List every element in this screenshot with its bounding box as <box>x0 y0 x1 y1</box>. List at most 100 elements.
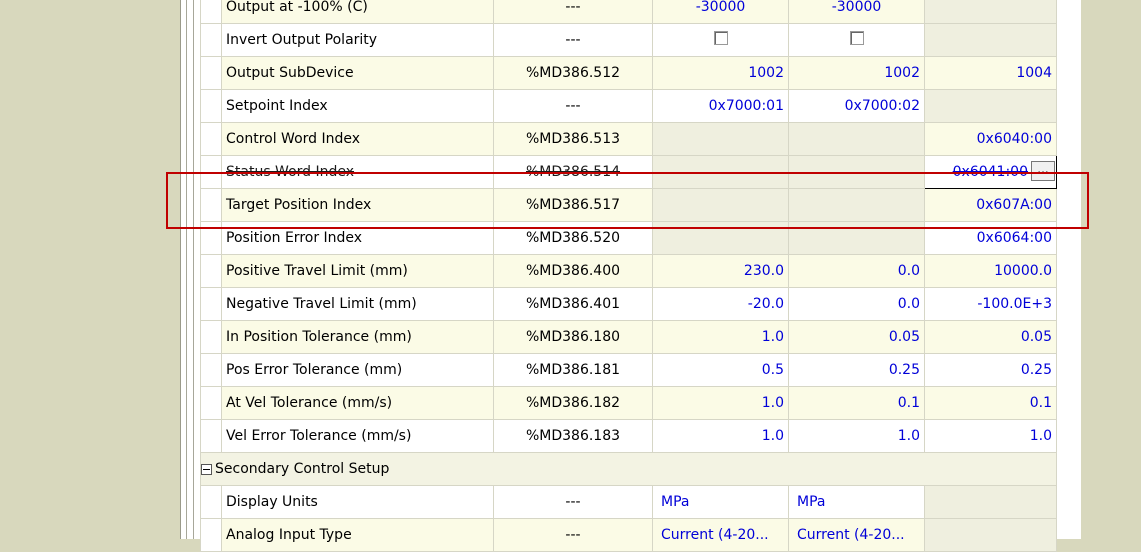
value-cell <box>652 188 789 222</box>
value-cell[interactable]: Current (4-20... <box>652 518 789 552</box>
section-header-row[interactable]: Secondary Control Setup <box>200 452 1057 486</box>
panel-border <box>186 0 187 539</box>
status-word-index-value[interactable]: 0x6041:00 <box>953 164 1028 180</box>
value-cell[interactable]: 0x607A:00 <box>924 188 1057 222</box>
table-row[interactable]: Target Position Index %MD386.517 0x607A:… <box>200 188 1057 222</box>
value-cell[interactable]: 0.1 <box>924 386 1057 420</box>
collapse-icon[interactable] <box>201 463 212 475</box>
row-gutter <box>200 287 222 321</box>
table-row[interactable]: Output SubDevice %MD386.512 1002 1002 10… <box>200 56 1057 90</box>
checkbox-unchecked-icon[interactable] <box>713 31 728 45</box>
value-cell[interactable]: 10000.0 <box>924 254 1057 288</box>
value-cell[interactable]: 1002 <box>652 56 789 90</box>
property-address: %MD386.520 <box>493 221 653 255</box>
table-row[interactable]: Negative Travel Limit (mm) %MD386.401 -2… <box>200 287 1057 321</box>
property-name: Negative Travel Limit (mm) <box>221 287 494 321</box>
row-gutter <box>200 254 222 288</box>
property-name: Output at -100% (C) <box>221 0 494 24</box>
table-row[interactable]: Pos Error Tolerance (mm) %MD386.181 0.5 … <box>200 353 1057 387</box>
value-cell[interactable]: 1.0 <box>652 419 789 453</box>
value-cell <box>924 518 1057 552</box>
row-gutter <box>200 155 222 189</box>
section-header[interactable]: Secondary Control Setup <box>200 452 1057 486</box>
table-row[interactable]: Display Units --- MPa MPa <box>200 485 1057 519</box>
property-address: %MD386.401 <box>493 287 653 321</box>
row-gutter <box>200 419 222 453</box>
value-cell[interactable]: MPa <box>788 485 925 519</box>
value-cell[interactable]: MPa <box>652 485 789 519</box>
property-address: --- <box>493 518 653 552</box>
value-cell[interactable]: 0.05 <box>924 320 1057 354</box>
checkbox-unchecked-icon[interactable] <box>849 31 864 45</box>
row-gutter <box>200 89 222 123</box>
value-cell <box>924 485 1057 519</box>
row-gutter <box>200 221 222 255</box>
property-address: %MD386.517 <box>493 188 653 222</box>
value-cell[interactable]: 1.0 <box>652 386 789 420</box>
value-cell <box>788 221 925 255</box>
value-cell[interactable]: 230.0 <box>652 254 789 288</box>
property-address: --- <box>493 485 653 519</box>
property-name: Display Units <box>221 485 494 519</box>
table-row[interactable]: Positive Travel Limit (mm) %MD386.400 23… <box>200 254 1057 288</box>
value-cell[interactable]: 0.0 <box>788 254 925 288</box>
table-row[interactable]: At Vel Tolerance (mm/s) %MD386.182 1.0 0… <box>200 386 1057 420</box>
value-cell <box>652 122 789 156</box>
value-cell[interactable]: -20.0 <box>652 287 789 321</box>
value-cell[interactable]: 0.1 <box>788 386 925 420</box>
value-cell[interactable]: 0.0 <box>788 287 925 321</box>
property-address: %MD386.181 <box>493 353 653 387</box>
value-cell[interactable]: 0x7000:02 <box>788 89 925 123</box>
row-gutter <box>200 23 222 57</box>
invert-polarity-checkbox-cell-2[interactable] <box>788 23 925 57</box>
property-address: %MD386.513 <box>493 122 653 156</box>
row-gutter <box>200 122 222 156</box>
value-cell[interactable]: -100.0E+3 <box>924 287 1057 321</box>
table-row[interactable]: Invert Output Polarity --- <box>200 23 1057 57</box>
row-gutter <box>200 485 222 519</box>
property-grid: Output at -100% (C) --- -30000 -30000 In… <box>200 0 1057 552</box>
row-gutter <box>200 518 222 552</box>
table-row[interactable]: Position Error Index %MD386.520 0x6064:0… <box>200 221 1057 255</box>
table-row[interactable]: Status Word Index %MD386.514 0x6041:00 .… <box>200 155 1057 189</box>
invert-polarity-checkbox-cell-1[interactable] <box>652 23 789 57</box>
table-row[interactable]: Vel Error Tolerance (mm/s) %MD386.183 1.… <box>200 419 1057 453</box>
property-address: --- <box>493 89 653 123</box>
value-cell[interactable]: -30000 <box>652 0 789 24</box>
value-cell <box>788 155 925 189</box>
value-cell[interactable]: 0.25 <box>788 353 925 387</box>
property-address: %MD386.180 <box>493 320 653 354</box>
value-cell[interactable]: Current (4-20... <box>788 518 925 552</box>
value-cell[interactable]: 1.0 <box>924 419 1057 453</box>
property-address: %MD386.512 <box>493 56 653 90</box>
value-cell[interactable]: 1.0 <box>788 419 925 453</box>
property-address: %MD386.514 <box>493 155 653 189</box>
value-cell[interactable]: 0x6040:00 <box>924 122 1057 156</box>
property-name: Control Word Index <box>221 122 494 156</box>
value-cell[interactable]: -30000 <box>788 0 925 24</box>
value-cell <box>924 23 1057 57</box>
value-cell[interactable]: 1.0 <box>652 320 789 354</box>
value-cell[interactable]: 0x6064:00 <box>924 221 1057 255</box>
browse-button[interactable]: ... <box>1031 161 1055 181</box>
property-name: Positive Travel Limit (mm) <box>221 254 494 288</box>
table-row[interactable]: Control Word Index %MD386.513 0x6040:00 <box>200 122 1057 156</box>
table-row[interactable]: Output at -100% (C) --- -30000 -30000 <box>200 0 1057 24</box>
value-cell[interactable]: 1004 <box>924 56 1057 90</box>
value-cell[interactable]: 0.05 <box>788 320 925 354</box>
value-cell <box>788 122 925 156</box>
value-cell[interactable]: 1002 <box>788 56 925 90</box>
value-cell <box>924 0 1057 24</box>
row-gutter <box>200 0 222 24</box>
property-name: Status Word Index <box>221 155 494 189</box>
table-row[interactable]: Setpoint Index --- 0x7000:01 0x7000:02 <box>200 89 1057 123</box>
table-row[interactable]: Analog Input Type --- Current (4-20... C… <box>200 518 1057 552</box>
property-address: %MD386.400 <box>493 254 653 288</box>
value-cell[interactable]: 0x7000:01 <box>652 89 789 123</box>
property-name: Output SubDevice <box>221 56 494 90</box>
value-cell[interactable]: 0.25 <box>924 353 1057 387</box>
table-row[interactable]: In Position Tolerance (mm) %MD386.180 1.… <box>200 320 1057 354</box>
value-cell[interactable]: 0.5 <box>652 353 789 387</box>
property-name: Invert Output Polarity <box>221 23 494 57</box>
status-word-index-editor[interactable]: 0x6041:00 ... <box>924 155 1057 189</box>
